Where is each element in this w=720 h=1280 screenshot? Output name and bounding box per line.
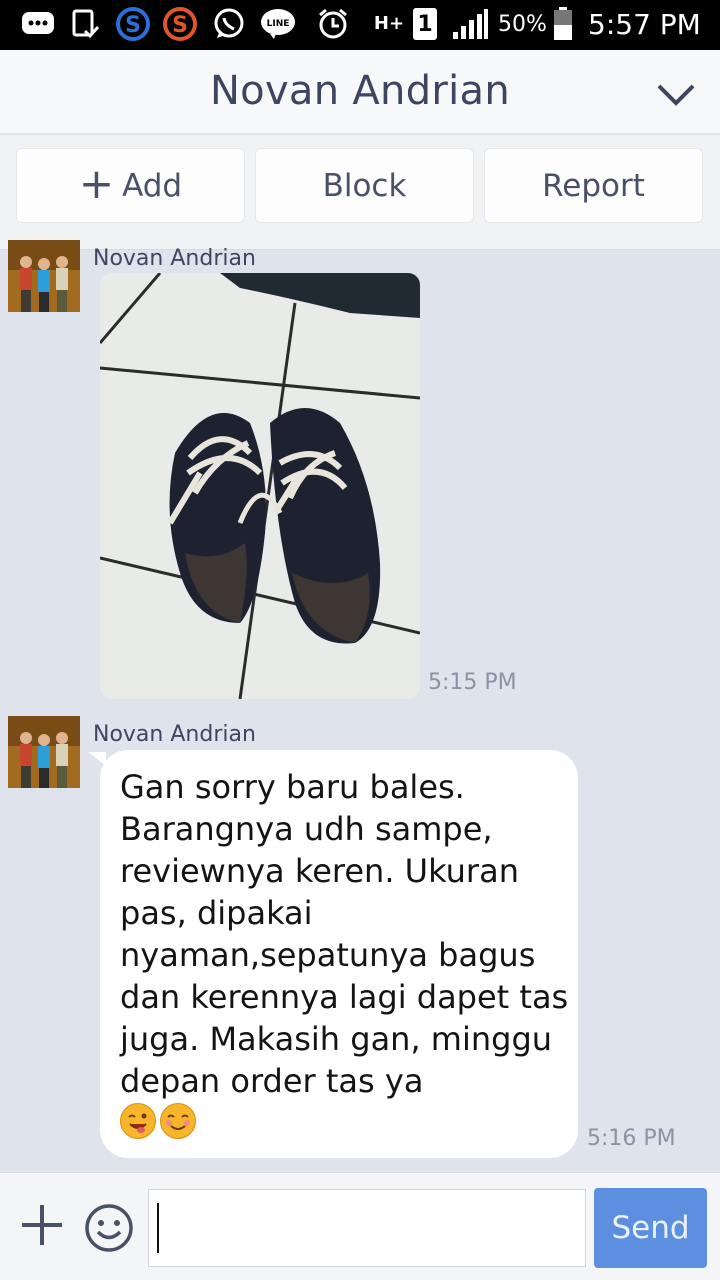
emoji-icon[interactable]: [84, 1203, 134, 1253]
message-text-container: Gan sorry baru bales. Barangnya udh samp…: [120, 766, 570, 1144]
network-type-label: H+: [373, 13, 405, 34]
sim-slot-label: 1: [417, 11, 433, 37]
message-time: 5:15 PM: [428, 670, 517, 695]
sender-name: Novan Andrian: [93, 722, 256, 747]
report-button-label: Report: [542, 167, 645, 204]
chat-title: Novan Andrian: [209, 68, 511, 114]
status-bar: S S LINE H+ 1 50% 5:57 PM: [0, 0, 720, 50]
clock: 5:57 PM: [588, 8, 701, 41]
message-input[interactable]: [148, 1189, 586, 1267]
avatar[interactable]: [8, 240, 80, 312]
action-bar: + Add Block Report: [0, 135, 720, 250]
messages-icon: [20, 8, 56, 40]
text-message-bubble[interactable]: Gan sorry baru bales. Barangnya udh samp…: [100, 750, 578, 1158]
s-app-orange-icon: S: [163, 7, 197, 41]
add-button[interactable]: + Add: [16, 148, 245, 223]
alarm-icon: [316, 8, 350, 40]
battery-percent: 50%: [498, 12, 547, 37]
avatar[interactable]: [8, 716, 80, 788]
network-icon: H+: [372, 8, 406, 40]
send-button[interactable]: Send: [594, 1188, 707, 1268]
chat-header: Novan Andrian: [0, 50, 720, 134]
whatsapp-icon: [212, 8, 246, 40]
svg-text:LINE: LINE: [267, 19, 290, 29]
svg-text:S: S: [172, 13, 188, 38]
input-bar: Send: [0, 1172, 720, 1280]
signal-icon: [450, 8, 490, 40]
chevron-down-icon[interactable]: [656, 76, 696, 112]
screenshot-icon: [70, 8, 100, 40]
message-time: 5:16 PM: [587, 1126, 676, 1151]
message-text: Gan sorry baru bales. Barangnya udh samp…: [120, 768, 569, 1100]
plus-icon: +: [78, 158, 115, 208]
image-message[interactable]: [100, 273, 420, 699]
battery-icon: [552, 7, 574, 40]
smiling-face-emoji: [160, 1103, 196, 1139]
svg-text:S: S: [125, 13, 141, 38]
attach-plus-icon[interactable]: [20, 1203, 64, 1247]
block-button-label: Block: [322, 167, 407, 204]
block-button[interactable]: Block: [255, 148, 474, 223]
sender-name: Novan Andrian: [93, 246, 256, 271]
sim-icon: 1: [412, 8, 438, 40]
s-app-blue-icon: S: [116, 7, 150, 41]
line-icon: LINE: [260, 8, 296, 40]
add-button-label: Add: [122, 167, 183, 204]
winking-face-tongue-emoji: [120, 1103, 156, 1139]
text-caret: [157, 1203, 159, 1253]
report-button[interactable]: Report: [484, 148, 703, 223]
